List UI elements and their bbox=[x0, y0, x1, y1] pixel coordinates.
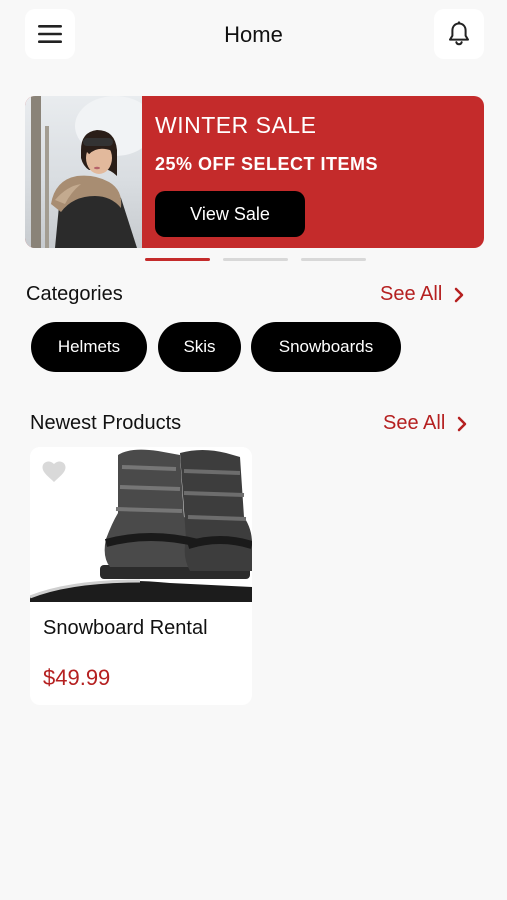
bell-icon bbox=[449, 21, 469, 46]
view-sale-button[interactable]: View Sale bbox=[155, 191, 305, 237]
newest-products-see-all-link[interactable]: See All bbox=[383, 412, 467, 435]
product-price: $49.99 bbox=[43, 665, 111, 690]
promo-banner[interactable]: WINTER SALE 25% OFF SELECT ITEMS View Sa… bbox=[25, 96, 484, 248]
banner-offer: 25% OFF SELECT ITEMS bbox=[155, 154, 379, 174]
carousel-dot[interactable] bbox=[223, 258, 288, 261]
banner-photo bbox=[25, 96, 142, 248]
carousel-indicator bbox=[0, 258, 507, 262]
categories-see-all-link[interactable]: See All bbox=[380, 283, 464, 306]
chevron-right-icon bbox=[457, 416, 467, 432]
category-chip-skis[interactable]: Skis bbox=[158, 322, 241, 372]
carousel-dot-active[interactable] bbox=[145, 258, 210, 261]
app-header: Home bbox=[0, 0, 507, 70]
page-title: Home bbox=[224, 22, 283, 47]
product-name: Snowboard Rental bbox=[43, 617, 208, 639]
newest-products-title: Newest Products bbox=[30, 412, 182, 434]
carousel-dot[interactable] bbox=[301, 258, 366, 261]
product-image bbox=[30, 447, 252, 602]
see-all-label: See All bbox=[380, 283, 443, 305]
categories-title: Categories bbox=[26, 283, 123, 305]
see-all-label: See All bbox=[383, 412, 446, 434]
notifications-button[interactable] bbox=[434, 9, 484, 59]
favorite-heart-icon[interactable] bbox=[42, 461, 66, 488]
chevron-right-icon bbox=[454, 287, 464, 303]
category-chip-helmets[interactable]: Helmets bbox=[31, 322, 147, 372]
product-card[interactable]: Snowboard Rental $49.99 bbox=[30, 447, 252, 705]
category-chip-snowboards[interactable]: Snowboards bbox=[251, 322, 401, 372]
banner-headline: WINTER SALE bbox=[155, 112, 317, 138]
